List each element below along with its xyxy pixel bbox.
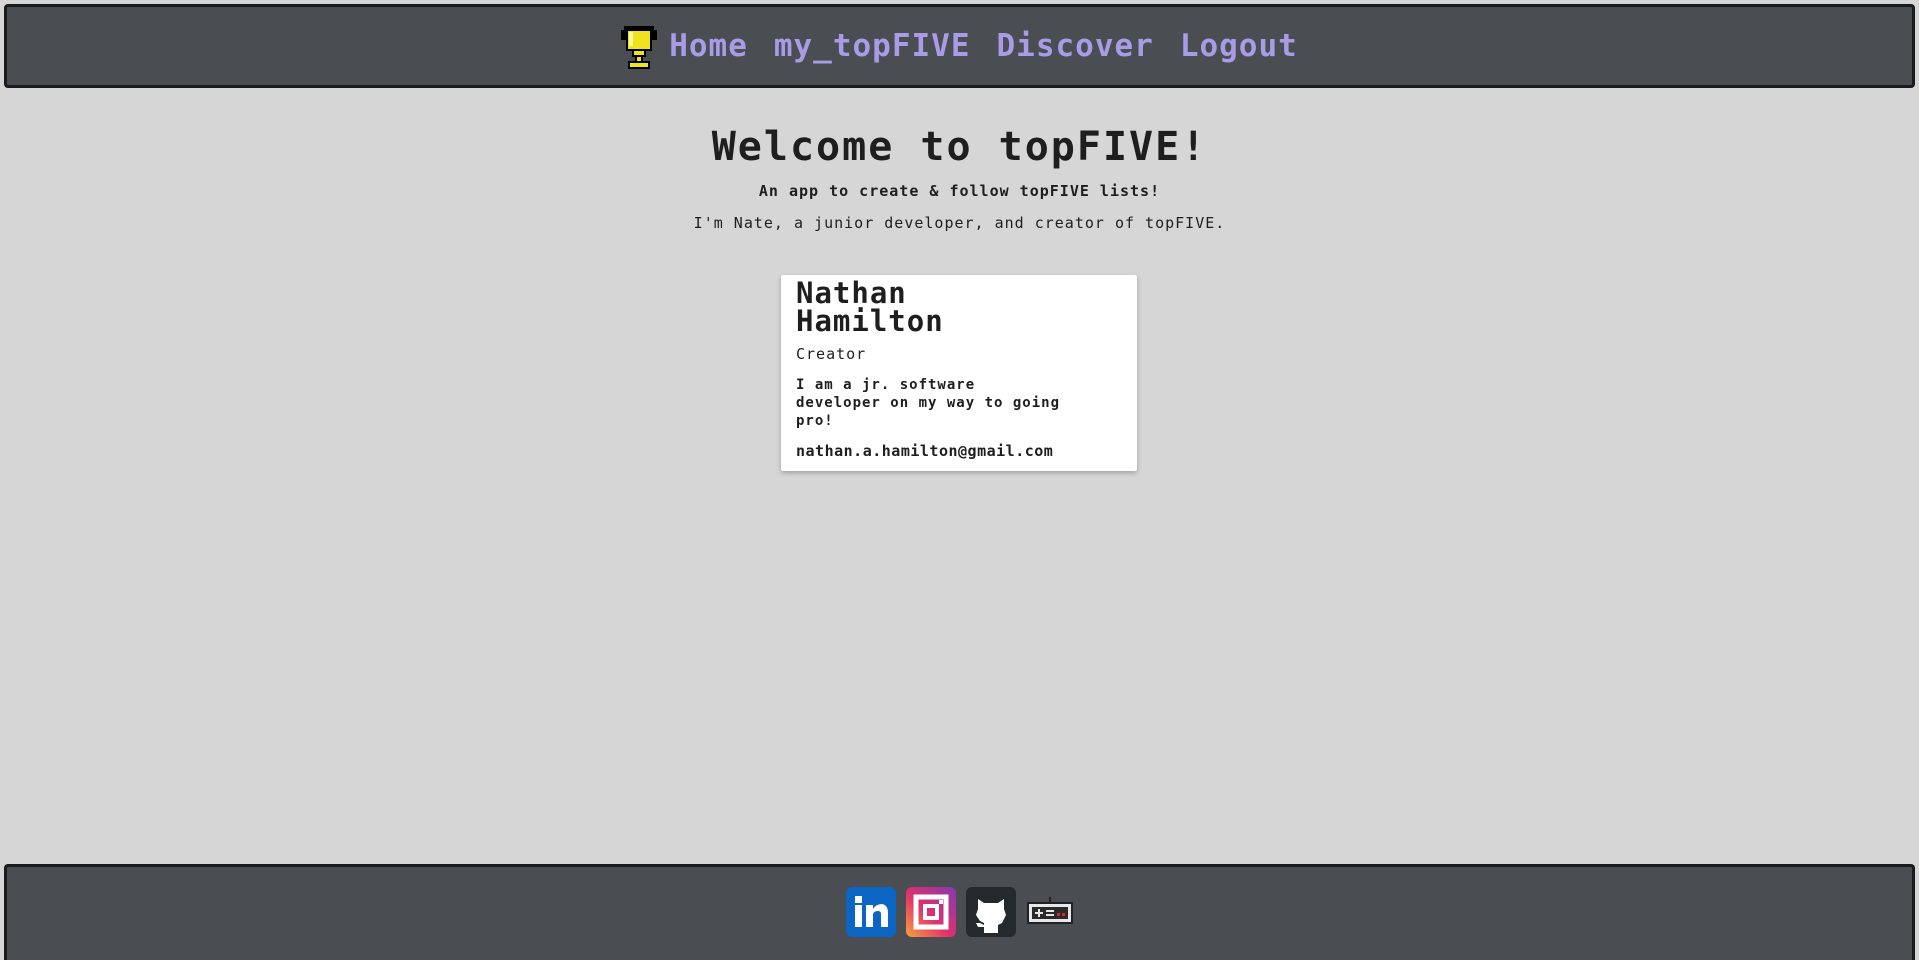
creator-bio: I am a jr. software developer on my way …	[796, 377, 1061, 429]
instagram-icon[interactable]	[905, 887, 956, 937]
gamepad-icon[interactable]	[1026, 887, 1074, 937]
footer-bar	[4, 864, 1915, 960]
trophy-icon[interactable]	[621, 22, 658, 70]
nav-logout-link[interactable]: Logout	[1180, 28, 1298, 64]
tagline: An app to create & follow topFIVE lists!	[758, 182, 1161, 200]
github-icon[interactable]	[965, 887, 1016, 937]
page-title: Welcome to topFIVE!	[711, 124, 1208, 170]
creator-role: Creator	[796, 345, 867, 363]
creator-email[interactable]: nathan.a.hamilton@gmail.com	[796, 442, 1122, 460]
creator-card: Nathan Hamilton Creator I am a jr. softw…	[781, 275, 1137, 471]
top-nav-bar: Home my_topFIVE Discover Logout	[4, 4, 1915, 88]
main-nav: Home my_topFIVE Discover Logout	[7, 7, 1912, 85]
intro-text: I'm Nate, a junior developer, and creato…	[693, 214, 1226, 232]
main-content: Welcome to topFIVE! An app to create & f…	[0, 88, 1919, 232]
social-links	[7, 887, 1912, 937]
nav-discover-link[interactable]: Discover	[997, 28, 1154, 64]
nav-my-topfive-link[interactable]: my_topFIVE	[774, 28, 971, 64]
nav-home-link[interactable]: Home	[669, 28, 748, 64]
linkedin-icon[interactable]	[845, 887, 896, 937]
creator-name: Nathan Hamilton	[796, 276, 944, 338]
